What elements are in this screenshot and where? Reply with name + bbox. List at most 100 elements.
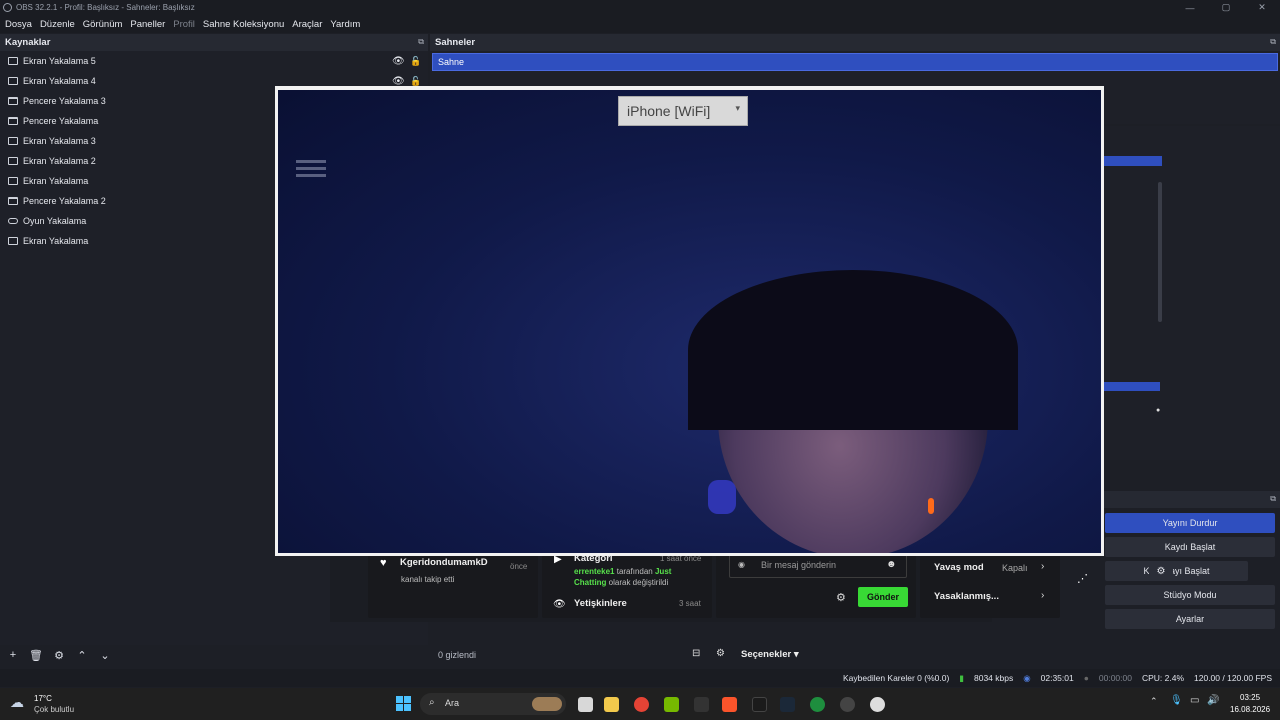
source-label: Pencere Yakalama 3 (23, 96, 106, 106)
share-icon[interactable]: ⋰ (1077, 572, 1088, 585)
chrome-icon[interactable] (634, 697, 649, 712)
add-source-button[interactable]: + (6, 649, 20, 661)
brave-icon[interactable] (722, 697, 737, 712)
sources-dock-title: Kaynaklar ⧉ (0, 34, 428, 51)
source-settings-button[interactable]: ⚙ (52, 649, 66, 662)
emoji-icon[interactable]: ☻ (886, 559, 897, 570)
chat-settings-icon[interactable]: ⚙ (836, 591, 846, 604)
send-button[interactable]: Gönder (858, 587, 908, 607)
cloud-icon[interactable]: ☁ (10, 694, 24, 711)
lock-icon[interactable]: 🔓 (410, 56, 421, 67)
windows-start-icon[interactable] (396, 696, 412, 712)
visibility-eye-icon[interactable]: 👁 (392, 76, 405, 87)
source-label: Ekran Yakalama 4 (23, 76, 96, 86)
advanced-audio-icon[interactable]: ⚙ (716, 648, 725, 659)
hidden-count: 0 gizlendi (438, 650, 477, 660)
minimize-button[interactable]: — (1172, 0, 1208, 15)
status-bar: Kaybedilen Kareler 0 (%0.0) ▮ 8034 kbps … (0, 669, 1280, 687)
file-explorer-icon[interactable] (604, 697, 619, 712)
scene-item[interactable]: Sahne (432, 53, 1278, 71)
follower-action: kanalı takip etti (401, 575, 455, 584)
window-title: OBS 32.2.1 - Profil: Başlıksız - Sahnele… (16, 3, 195, 12)
menu-file[interactable]: Dosya (5, 19, 32, 30)
task-view-icon[interactable] (578, 697, 593, 712)
message-input[interactable]: ◉ Bir mesaj gönderin ☻ (729, 553, 907, 578)
record-time: 00:00:00 (1098, 673, 1132, 683)
tray-chevron-icon[interactable]: ⌃ (1150, 696, 1158, 707)
preview-window[interactable]: iPhone [WiFi] ▾ (275, 86, 1104, 556)
menu-help[interactable]: Yardım (330, 19, 360, 30)
steam-icon[interactable] (780, 697, 795, 712)
menu-icon[interactable] (296, 160, 326, 163)
chevron-right-icon[interactable]: › (1041, 561, 1044, 572)
menu-edit[interactable]: Düzenle (40, 19, 75, 30)
dropped-frames: Kaybedilen Kareler 0 (%0.0) (842, 673, 950, 683)
close-button[interactable]: ✕ (1244, 0, 1280, 15)
category-end: olarak değiştirildi (608, 578, 669, 587)
undock-icon[interactable]: ⧉ (418, 37, 424, 47)
options-button[interactable]: Seçenekler ▾ (741, 649, 799, 660)
chevron-right-icon[interactable]: › (1041, 590, 1044, 601)
menu-profile[interactable]: Profil (173, 19, 195, 30)
headset-light (708, 480, 736, 514)
lock-icon[interactable]: 🔓 (410, 76, 421, 87)
virtual-camera-settings-icon[interactable]: ⚙ (1149, 561, 1173, 581)
stop-stream-button[interactable]: Yayını Durdur (1105, 513, 1275, 533)
chrome-alt-icon[interactable] (810, 697, 825, 712)
display-capture-icon (8, 77, 18, 85)
start-camera-button[interactable]: Kamerayı Başlat (1105, 561, 1248, 581)
microphone-icon[interactable]: 🎙 (1170, 695, 1183, 706)
right-panel: ● (1104, 126, 1280, 460)
search-label: Ara (445, 698, 460, 708)
network-icon[interactable]: ▭ (1190, 695, 1199, 706)
settings-button[interactable]: Ayarlar (1105, 609, 1275, 629)
option-icon[interactable]: ● (1156, 407, 1160, 414)
move-down-button[interactable]: ⌄ (98, 649, 112, 662)
adults-title: Yetişkinlere (574, 598, 627, 609)
studio-mode-button[interactable]: Stüdyo Modu (1105, 585, 1275, 605)
chat-input-card: ◉ Bir mesaj gönderin ☻ ⚙ (716, 552, 916, 618)
taskbar-search[interactable]: ⌕ Ara (420, 693, 566, 715)
app-icon[interactable] (752, 697, 767, 712)
maximize-button[interactable]: ▢ (1208, 0, 1244, 15)
remove-source-button[interactable]: 🗑 (29, 649, 43, 662)
app2-icon[interactable] (870, 697, 885, 712)
menu-docks[interactable]: Paneller (130, 19, 165, 30)
heart-icon: ♥ (380, 557, 387, 569)
window-capture-icon (8, 97, 18, 105)
start-record-button[interactable]: Kaydı Başlat (1105, 537, 1275, 557)
search-highlight-icon (532, 697, 562, 711)
chat-icon: ◉ (738, 560, 745, 569)
signal-icon: ▮ (959, 672, 964, 683)
visibility-eye-icon[interactable]: 👁 (392, 56, 405, 67)
move-up-button[interactable]: ⌃ (75, 649, 89, 662)
epic-games-icon[interactable] (694, 697, 709, 712)
obs-taskbar-icon[interactable] (840, 697, 855, 712)
menu-scene-collection[interactable]: Sahne Koleksiyonu (203, 19, 284, 30)
source-item[interactable]: Ekran Yakalama 5 👁 🔓 (0, 51, 428, 71)
eye-icon: 👁 (553, 599, 566, 610)
taskbar: ☁ 17°C Çok bulutlu ⌕ Ara ⌃ 🎙 ▭ 🔊 03:25 1… (0, 688, 1280, 720)
menu-view[interactable]: Görünüm (83, 19, 123, 30)
undock-icon[interactable]: ⧉ (1270, 37, 1276, 47)
source-label: Ekran Yakalama (23, 176, 89, 186)
slow-mode-label[interactable]: Yavaş mod (934, 562, 984, 573)
weather-temp[interactable]: 17°C (34, 694, 52, 703)
source-label: Ekran Yakalama 5 (23, 56, 96, 66)
nvidia-icon[interactable] (664, 697, 679, 712)
scrollbar[interactable] (1158, 182, 1162, 322)
hair (688, 270, 1018, 430)
controls-dock: Yayını Durdur Kaydı Başlat Kamerayı Başl… (1104, 508, 1280, 633)
menu-tools[interactable]: Araçlar (292, 19, 322, 30)
scenes-title: Sahneler (435, 37, 476, 48)
category-event-card: ▶ Kategori 1 saat önce errenteke1 tarafı… (542, 552, 712, 618)
clock-date[interactable]: 16.08.2026 (1230, 705, 1270, 714)
weather-desc[interactable]: Çok bulutlu (34, 705, 74, 714)
camera-dropdown[interactable]: iPhone [WiFi] ▾ (618, 96, 748, 126)
volume-icon[interactable]: 🔊 (1207, 695, 1219, 706)
clock-time[interactable]: 03:25 (1240, 693, 1260, 702)
undock-icon[interactable]: ⧉ (1270, 494, 1276, 504)
banned-label[interactable]: Yasaklanmış... (934, 591, 999, 602)
layout-icon[interactable]: ⊟ (692, 648, 700, 659)
source-label: Oyun Yakalama (23, 216, 87, 226)
